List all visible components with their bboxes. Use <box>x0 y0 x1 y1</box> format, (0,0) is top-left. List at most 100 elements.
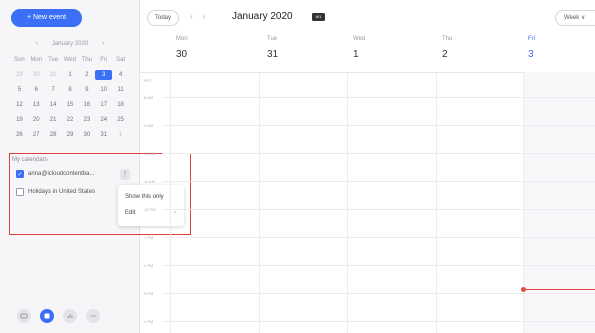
day-number[interactable]: 2 <box>442 49 448 60</box>
mini-day-cell[interactable]: 21 <box>45 115 62 125</box>
mini-weekday-label: Fri <box>100 57 108 63</box>
hour-label: 11 AM <box>144 179 156 184</box>
chart-icon[interactable] <box>63 309 77 323</box>
hour-label: 9 AM <box>144 123 154 128</box>
mini-day-cell[interactable]: 3 <box>95 70 113 80</box>
mini-weekday-label: Mon <box>30 57 43 63</box>
mini-day-cell[interactable]: 23 <box>78 115 95 125</box>
current-time-line <box>523 289 595 290</box>
mini-day-cell[interactable]: 1 <box>62 70 79 80</box>
mini-weekday-label: Sun <box>14 57 25 63</box>
mini-day-cell[interactable]: 5 <box>11 85 28 95</box>
mini-day-cell[interactable]: 31 <box>45 70 62 80</box>
mini-day-cell[interactable]: 18 <box>112 100 129 110</box>
mini-month-label: January 2020 <box>51 41 89 47</box>
calendar-label: anna@icloudcontentba... <box>28 171 95 177</box>
mini-day-cell[interactable]: 22 <box>62 115 79 125</box>
day-name: Wed <box>353 36 366 42</box>
day-name: Tue <box>267 36 278 42</box>
hour-label: 8 AM <box>144 95 154 100</box>
mini-day-cell[interactable]: 12 <box>11 100 28 110</box>
inbox-icon[interactable] <box>17 309 31 323</box>
mini-day-cell[interactable]: 28 <box>45 130 62 140</box>
hour-line <box>162 265 595 266</box>
hour-line <box>162 321 595 322</box>
hour-label: 2 PM <box>144 263 154 268</box>
more-icon[interactable] <box>86 309 100 323</box>
mini-day-cell[interactable]: 20 <box>28 115 45 125</box>
mini-day-cell[interactable]: 6 <box>28 85 45 95</box>
mini-day-cell[interactable]: 25 <box>112 115 129 125</box>
hour-label: 4 PM <box>144 319 154 324</box>
mini-day-cell[interactable]: 29 <box>62 130 79 140</box>
calendar-label: Holidays in United States <box>28 189 96 195</box>
calendar-checkbox[interactable]: ✓ <box>16 170 24 178</box>
day-number[interactable]: 31 <box>267 49 278 60</box>
hour-label: 3 PM <box>144 291 154 296</box>
mini-calendar-grid: Sun Mon Tue Wed Thu Fri Sat 29 30 31 1 2 3 4 5 6 7 8 9 10 11… <box>11 55 129 140</box>
mini-weekday-label: Sat <box>116 57 126 63</box>
calendar-item-holidays[interactable]: Holidays in United States <box>16 188 95 196</box>
day-name: Thu <box>442 36 453 42</box>
day-name: Mon <box>176 36 188 42</box>
calendar-checkbox[interactable] <box>16 188 24 196</box>
mini-day-cell[interactable]: 4 <box>112 70 129 80</box>
mini-day-cell[interactable]: 11 <box>112 85 129 95</box>
toolbar: Today ‹ › January 2020 W1 Week ∨ <box>140 0 595 36</box>
mini-weekday-label: Wed <box>63 57 77 63</box>
calendar-item-icloud[interactable]: ✓ anna@icloudcontentba... <box>16 170 94 178</box>
week-nav: ‹ › <box>190 12 205 21</box>
sidebar-dock <box>17 309 100 323</box>
calendar-icon[interactable] <box>40 309 54 323</box>
mini-day-cell[interactable]: 9 <box>78 85 95 95</box>
menu-item-edit[interactable]: Edit <box>125 210 135 216</box>
hour-label: 1 PM <box>144 235 154 240</box>
day-number[interactable]: 1 <box>353 49 359 60</box>
mini-day-cell[interactable]: 14 <box>45 100 62 110</box>
prev-week-button[interactable]: ‹ <box>190 12 193 21</box>
mini-day-cell[interactable]: 17 <box>95 100 112 110</box>
mini-day-cell[interactable]: 24 <box>95 115 112 125</box>
mini-day-cell[interactable]: 13 <box>28 100 45 110</box>
hour-line <box>162 209 595 210</box>
hour-line <box>162 97 595 98</box>
mini-day-cell[interactable]: 27 <box>28 130 45 140</box>
mini-day-cell[interactable]: 1 <box>112 130 129 140</box>
mini-day-cell[interactable]: 30 <box>28 70 45 80</box>
hour-line <box>162 125 595 126</box>
week-badge: W1 <box>312 13 325 21</box>
mini-day-cell[interactable]: 10 <box>95 85 112 95</box>
hour-line <box>162 237 595 238</box>
mini-day-cell[interactable]: 19 <box>11 115 28 125</box>
mini-day-cell[interactable]: 2 <box>78 70 95 80</box>
mini-weekday-label: Thu <box>81 57 93 63</box>
mini-prev-month-button[interactable]: ‹ <box>36 41 38 47</box>
mini-day-cell[interactable]: 8 <box>62 85 79 95</box>
mini-day-cell[interactable]: 15 <box>62 100 79 110</box>
mini-next-month-button[interactable]: › <box>102 41 104 47</box>
mini-weekday-label: Tue <box>48 57 59 63</box>
current-time-dot <box>521 287 526 292</box>
mini-day-cell[interactable]: 26 <box>11 130 28 140</box>
day-number[interactable]: 30 <box>176 49 187 60</box>
hour-label: 12 PM <box>144 207 156 212</box>
calendar-more-button[interactable]: ⋮ <box>120 169 130 180</box>
hour-label: 10 AM <box>144 151 156 156</box>
view-selector[interactable]: Week ∨ <box>555 10 595 26</box>
timezone-label: PST <box>144 78 152 83</box>
my-calendars-title: My calendars <box>12 157 48 163</box>
hour-line <box>162 153 595 154</box>
hour-line <box>162 293 595 294</box>
next-week-button[interactable]: › <box>203 12 206 21</box>
mini-day-cell[interactable]: 7 <box>45 85 62 95</box>
mini-day-cell[interactable]: 29 <box>11 70 28 80</box>
day-number[interactable]: 3 <box>528 49 534 60</box>
today-button[interactable]: Today <box>147 10 179 26</box>
day-name: Fri <box>528 36 535 42</box>
mini-day-cell[interactable]: 30 <box>78 130 95 140</box>
mini-day-cell[interactable]: 16 <box>78 100 95 110</box>
new-event-button[interactable]: + New event <box>11 9 82 27</box>
hour-line <box>162 181 595 182</box>
mini-day-cell[interactable]: 31 <box>95 130 112 140</box>
month-title: January 2020 <box>232 11 293 22</box>
